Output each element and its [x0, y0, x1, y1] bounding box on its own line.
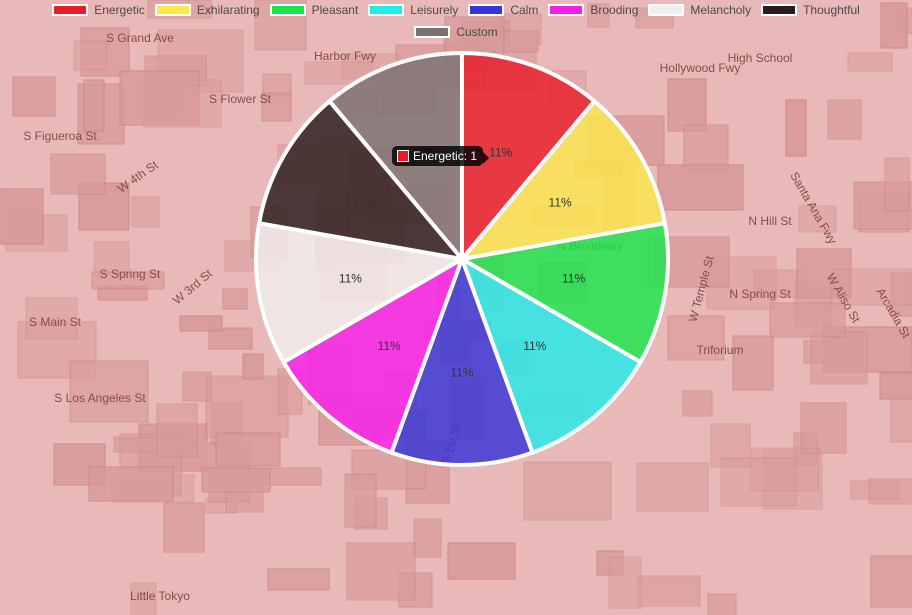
- slice-percent-label: 11%: [562, 272, 585, 286]
- slice-percent-label: 11%: [378, 339, 401, 353]
- tooltip-label: Energetic: 1: [413, 149, 478, 163]
- slice-percent-label: 11%: [549, 195, 572, 209]
- slice-percent-label: 11%: [339, 272, 362, 286]
- chart-tooltip: Energetic: 1: [392, 146, 490, 166]
- slice-percent-label: 11%: [489, 146, 512, 160]
- slice-percent-label: 11%: [450, 365, 473, 379]
- pie-chart[interactable]: 11%11%11%11%11%11%11%11%11%: [0, 0, 912, 615]
- slice-percent-label: 11%: [352, 195, 375, 209]
- tooltip-swatch: [397, 150, 409, 162]
- slice-percent-label: 11%: [523, 339, 546, 353]
